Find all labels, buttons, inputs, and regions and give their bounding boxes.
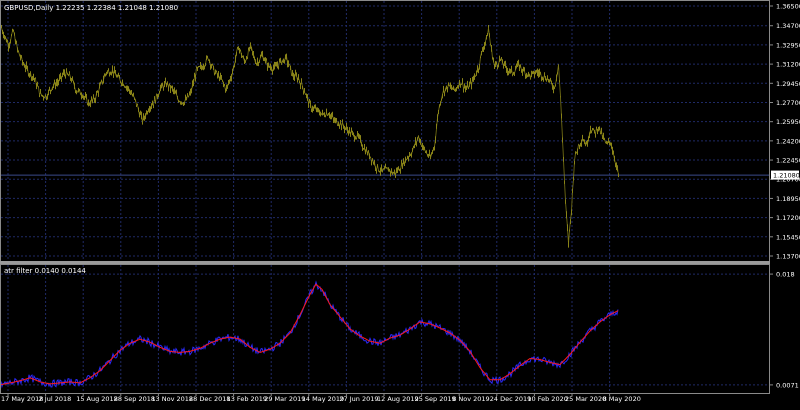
panel-separator[interactable] <box>0 261 770 264</box>
time-tick-label: 2 Jul 2018 <box>39 395 72 403</box>
price-tick-label: 1.27700 <box>776 99 800 107</box>
price-tick-label: 1.18950 <box>776 195 800 203</box>
time-tick-label: 28 Dec 2018 <box>189 395 231 403</box>
time-tick-label: 14 May 2019 <box>302 395 344 403</box>
price-tick-label: 1.17200 <box>776 214 800 222</box>
price-tick-label: 1.15450 <box>776 233 800 241</box>
time-tick-label: 25 Mar 2020 <box>565 395 606 403</box>
time-tick-label: 15 Aug 2018 <box>76 395 118 403</box>
price-tick-label: 1.31200 <box>776 61 800 69</box>
time-axis[interactable]: 17 May 20182 Jul 2018 15 Aug 201828 Sep 2… <box>1 393 641 403</box>
trading-chart-window[interactable]: GBPUSD,Daily 1.22235 1.22384 1.21048 1.2… <box>0 0 800 406</box>
price-tick-label: 1.34700 <box>776 22 800 30</box>
price-tick-label: 1.36500 <box>776 3 800 11</box>
price-tick-label: 1.29450 <box>776 80 800 88</box>
time-tick-label: 12 Aug 2019 <box>377 395 419 403</box>
chart-canvas[interactable]: GBPUSD,Daily 1.22235 1.22384 1.21048 1.2… <box>0 0 800 406</box>
price-tick-label: 1.25950 <box>776 118 800 126</box>
time-tick-label: 17 May 2018 <box>1 395 43 403</box>
time-tick-label: 25 Sep 2019 <box>415 395 456 403</box>
time-tick-label: 8 Nov 2019 <box>452 395 490 403</box>
indicator-tick-label: 0.0071 <box>776 381 799 389</box>
time-tick-label: 28 Sep 2018 <box>114 395 155 403</box>
time-tick-label: 13 Nov 2018 <box>151 395 193 403</box>
time-tick-label: 24 Dec 2019 <box>490 395 532 403</box>
time-tick-label: 10 Feb 2020 <box>527 395 567 403</box>
current-price-label: 1.21080 <box>773 171 800 179</box>
price-tick-label: 1.22450 <box>776 157 800 165</box>
time-tick-label: 8 May 2020 <box>603 395 641 403</box>
chart-background <box>0 0 800 406</box>
time-tick-label: 13 Feb 2019 <box>227 395 267 403</box>
price-tick-label: 1.13700 <box>776 253 800 261</box>
current-price-marker: 1.21080 <box>771 170 800 180</box>
time-tick-label: 29 Mar 2019 <box>264 395 305 403</box>
indicator-tick-label: 0.018 <box>776 271 795 279</box>
indicator-panel-title: atr filter 0.0140 0.0144 <box>4 267 86 275</box>
main-panel-title: GBPUSD,Daily 1.22235 1.22384 1.21048 1.2… <box>4 4 178 12</box>
time-tick-label: 27 Jun 2019 <box>339 395 378 403</box>
price-tick-label: 1.32950 <box>776 41 800 49</box>
price-tick-label: 1.24200 <box>776 137 800 145</box>
